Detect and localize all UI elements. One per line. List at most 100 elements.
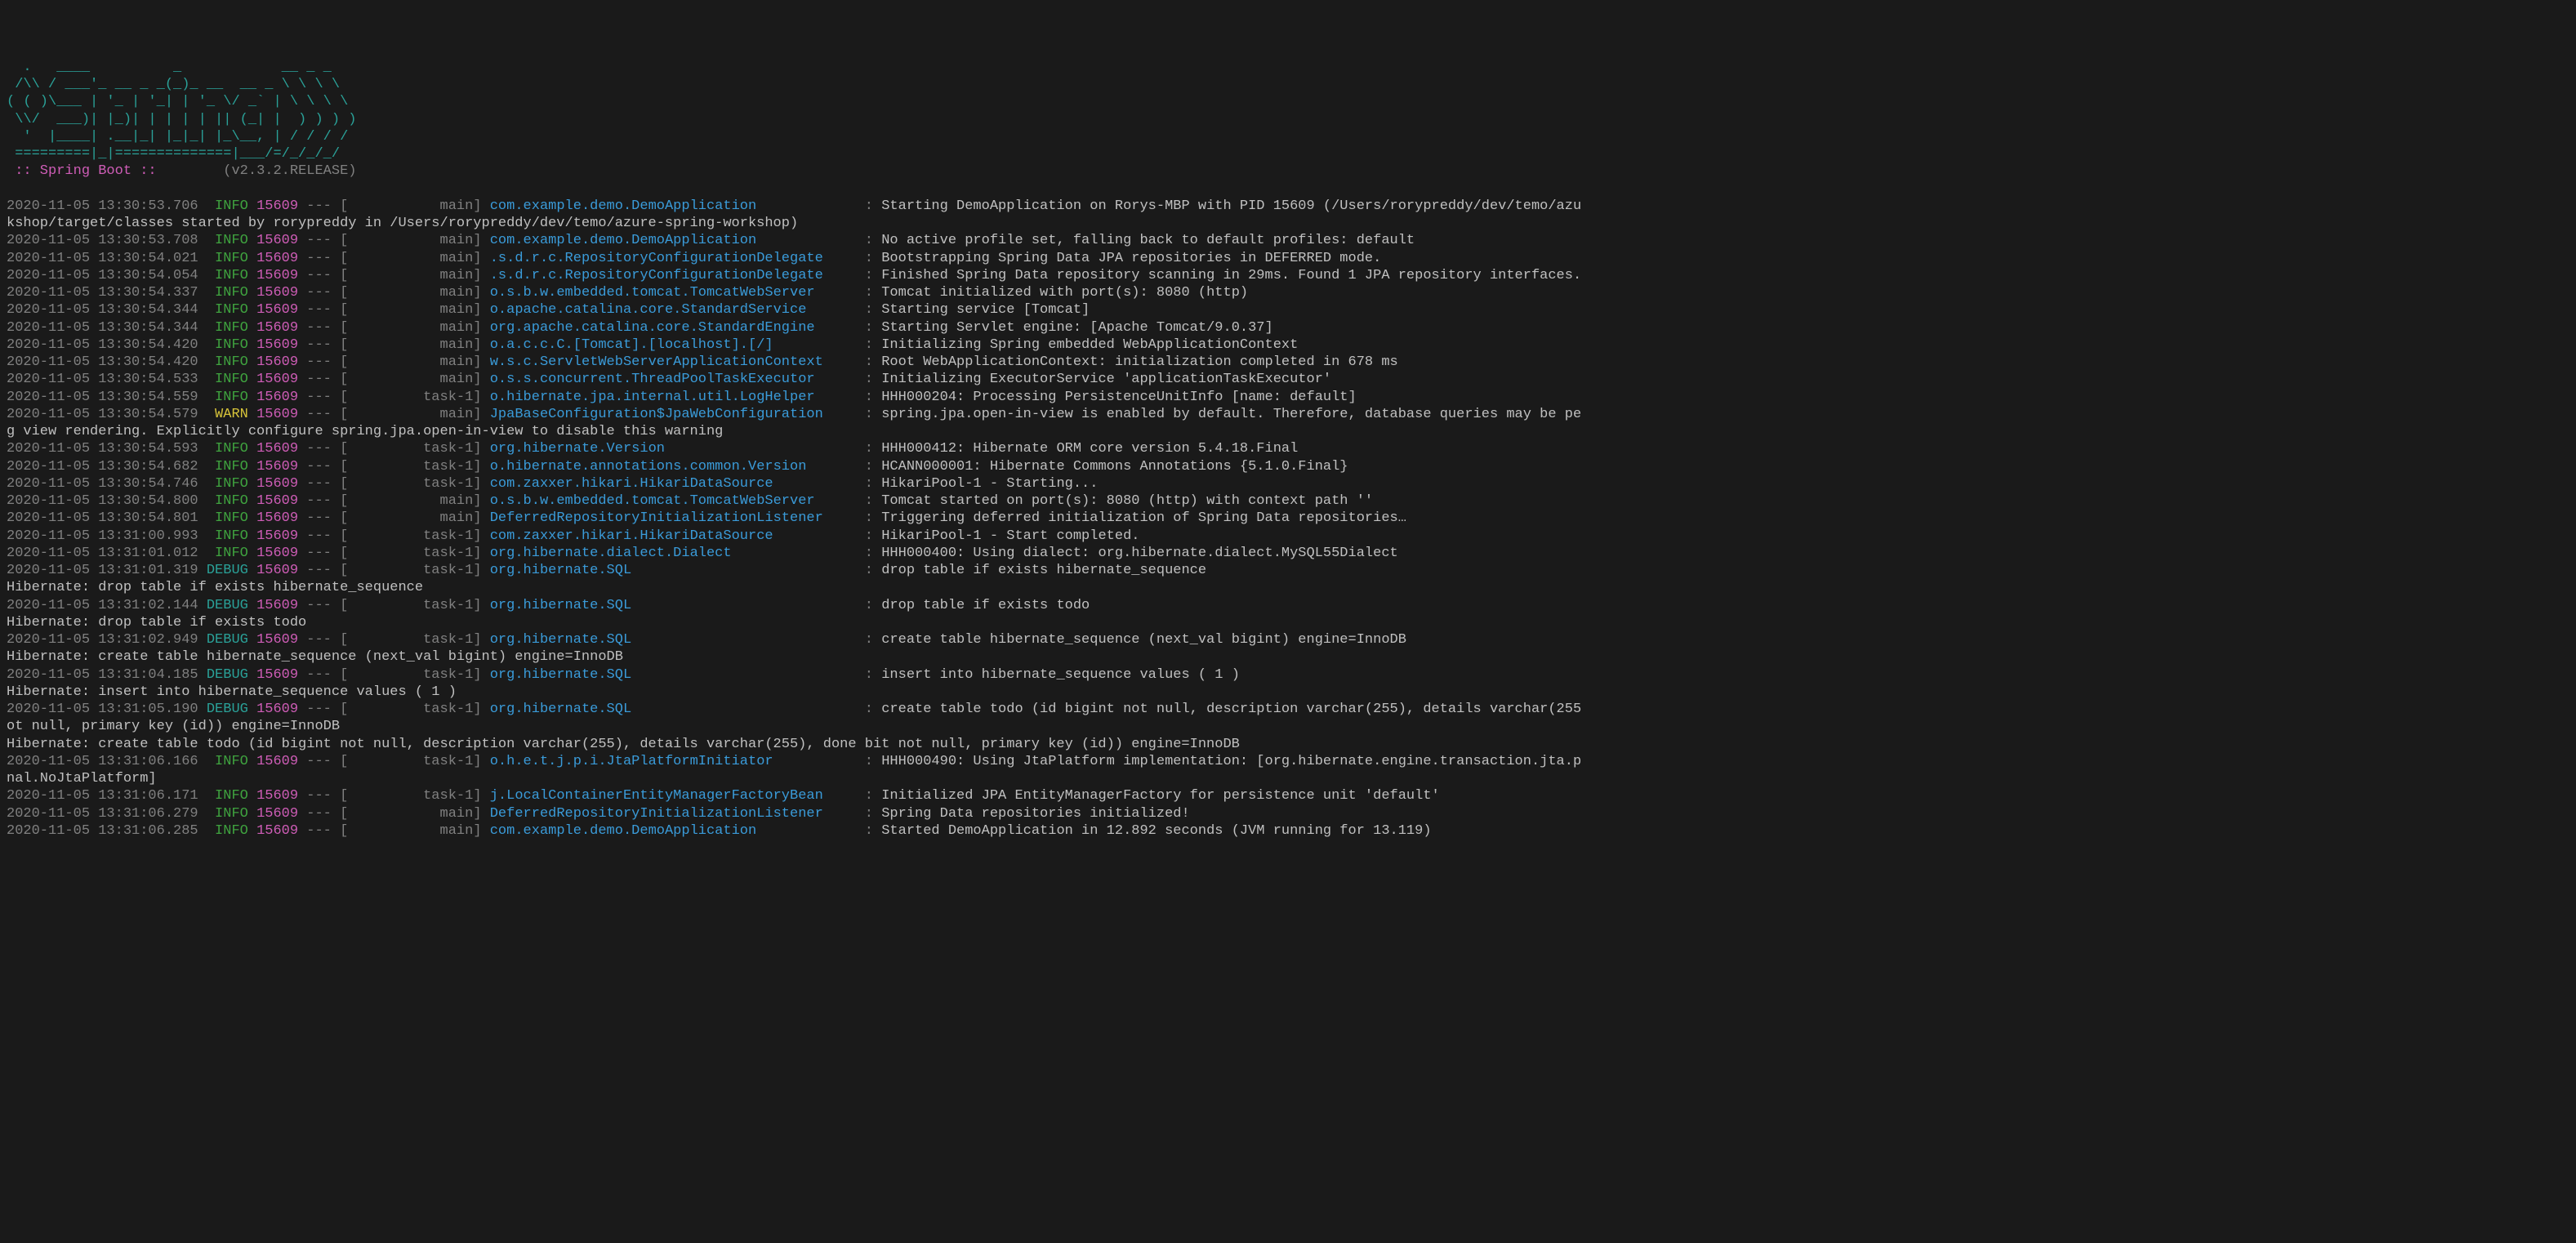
log-line: 2020-11-05 13:31:05.190 DEBUG 15609 --- … bbox=[7, 701, 2569, 718]
log-timestamp: 2020-11-05 13:31:06.166 bbox=[7, 754, 198, 769]
log-line: 2020-11-05 13:30:54.682 INFO 15609 --- [… bbox=[7, 458, 2569, 475]
log-pid: 15609 bbox=[256, 459, 298, 474]
log-line: 2020-11-05 13:30:53.708 INFO 15609 --- [… bbox=[7, 232, 2569, 249]
log-message: insert into hibernate_sequence values ( … bbox=[881, 667, 1240, 683]
log-colon: : bbox=[857, 563, 882, 578]
log-timestamp: 2020-11-05 13:30:54.579 bbox=[7, 407, 198, 422]
spring-banner-line: ( ( )\___ | '_ | '_| | '_ \/ _` | \ \ \ … bbox=[7, 93, 2569, 110]
log-colon: : bbox=[857, 702, 882, 717]
log-separator-dashes: --- bbox=[306, 563, 332, 578]
log-level: INFO bbox=[207, 546, 248, 561]
log-message: Initializing Spring embedded WebApplicat… bbox=[881, 337, 1298, 353]
log-continuation: Hibernate: drop table if exists todo bbox=[7, 614, 2569, 631]
log-thread: [ task-1] bbox=[340, 563, 481, 578]
log-thread: [ main] bbox=[340, 372, 481, 387]
log-separator-dashes: --- bbox=[306, 459, 332, 474]
log-thread: [ main] bbox=[340, 302, 481, 318]
log-pid: 15609 bbox=[256, 390, 298, 405]
log-timestamp: 2020-11-05 13:31:06.285 bbox=[7, 823, 198, 839]
log-line: 2020-11-05 13:30:54.420 INFO 15609 --- [… bbox=[7, 354, 2569, 371]
log-logger: o.s.b.w.embedded.tomcat.TomcatWebServer bbox=[490, 285, 857, 301]
terminal-output[interactable]: . ____ _ __ _ _ /\\ / ___'_ __ _ _(_)_ _… bbox=[7, 59, 2569, 840]
log-colon: : bbox=[857, 285, 882, 301]
log-thread: [ main] bbox=[340, 251, 481, 266]
log-pid: 15609 bbox=[256, 788, 298, 804]
log-message: HHH000490: Using JtaPlatform implementat… bbox=[881, 754, 1581, 769]
log-thread: [ main] bbox=[340, 337, 481, 353]
spring-boot-label: :: Spring Boot :: bbox=[7, 163, 157, 179]
log-message: Starting DemoApplication on Rorys-MBP wi… bbox=[881, 198, 1581, 214]
log-level: INFO bbox=[207, 285, 248, 301]
blank-line bbox=[7, 180, 2569, 198]
log-pid: 15609 bbox=[256, 233, 298, 248]
log-message: spring.jpa.open-in-view is enabled by de… bbox=[881, 407, 1581, 422]
log-thread: [ task-1] bbox=[340, 476, 481, 492]
log-pid: 15609 bbox=[256, 563, 298, 578]
log-colon: : bbox=[857, 251, 882, 266]
log-level: DEBUG bbox=[207, 667, 248, 683]
log-message: HCANN000001: Hibernate Commons Annotatio… bbox=[881, 459, 1348, 474]
log-colon: : bbox=[857, 476, 882, 492]
log-timestamp: 2020-11-05 13:31:02.144 bbox=[7, 598, 198, 613]
log-level: INFO bbox=[207, 372, 248, 387]
log-logger: JpaBaseConfiguration$JpaWebConfiguration bbox=[490, 407, 857, 422]
log-pid: 15609 bbox=[256, 476, 298, 492]
log-logger: w.s.c.ServletWebServerApplicationContext bbox=[490, 354, 857, 370]
log-level: INFO bbox=[207, 528, 248, 544]
log-logger: o.h.e.t.j.p.i.JtaPlatformInitiator bbox=[490, 754, 857, 769]
log-colon: : bbox=[857, 198, 882, 214]
log-logger: o.s.s.concurrent.ThreadPoolTaskExecutor bbox=[490, 372, 857, 387]
log-line: 2020-11-05 13:31:01.012 INFO 15609 --- [… bbox=[7, 545, 2569, 562]
log-colon: : bbox=[857, 302, 882, 318]
log-level: INFO bbox=[207, 354, 248, 370]
log-separator-dashes: --- bbox=[306, 667, 332, 683]
log-thread: [ main] bbox=[340, 198, 481, 214]
log-line: 2020-11-05 13:31:06.171 INFO 15609 --- [… bbox=[7, 787, 2569, 804]
log-pid: 15609 bbox=[256, 806, 298, 822]
log-pid: 15609 bbox=[256, 268, 298, 283]
log-level: INFO bbox=[207, 806, 248, 822]
log-level: INFO bbox=[207, 493, 248, 509]
log-pid: 15609 bbox=[256, 320, 298, 336]
log-thread: [ task-1] bbox=[340, 667, 481, 683]
log-colon: : bbox=[857, 320, 882, 336]
log-level: DEBUG bbox=[207, 563, 248, 578]
log-logger: org.hibernate.SQL bbox=[490, 563, 857, 578]
log-line: 2020-11-05 13:30:54.746 INFO 15609 --- [… bbox=[7, 475, 2569, 492]
log-level: INFO bbox=[207, 233, 248, 248]
log-timestamp: 2020-11-05 13:30:54.593 bbox=[7, 441, 198, 457]
log-pid: 15609 bbox=[256, 441, 298, 457]
log-line: 2020-11-05 13:30:54.054 INFO 15609 --- [… bbox=[7, 267, 2569, 284]
log-logger: org.hibernate.dialect.Dialect bbox=[490, 546, 857, 561]
log-timestamp: 2020-11-05 13:30:54.800 bbox=[7, 493, 198, 509]
log-line: 2020-11-05 13:31:04.185 DEBUG 15609 --- … bbox=[7, 666, 2569, 684]
log-pid: 15609 bbox=[256, 510, 298, 526]
log-colon: : bbox=[857, 407, 882, 422]
log-logger: org.apache.catalina.core.StandardEngine bbox=[490, 320, 857, 336]
log-line: 2020-11-05 13:31:01.319 DEBUG 15609 --- … bbox=[7, 562, 2569, 579]
log-colon: : bbox=[857, 354, 882, 370]
log-separator-dashes: --- bbox=[306, 320, 332, 336]
log-colon: : bbox=[857, 632, 882, 648]
log-timestamp: 2020-11-05 13:31:04.185 bbox=[7, 667, 198, 683]
spring-banner-line: /\\ / ___'_ __ _ _(_)_ __ __ _ \ \ \ \ bbox=[7, 76, 2569, 93]
log-message: HikariPool-1 - Starting... bbox=[881, 476, 1098, 492]
log-timestamp: 2020-11-05 13:30:54.337 bbox=[7, 285, 198, 301]
log-separator-dashes: --- bbox=[306, 407, 332, 422]
log-logger: .s.d.r.c.RepositoryConfigurationDelegate bbox=[490, 268, 857, 283]
log-colon: : bbox=[857, 372, 882, 387]
log-thread: [ task-1] bbox=[340, 528, 481, 544]
log-separator-dashes: --- bbox=[306, 510, 332, 526]
log-thread: [ task-1] bbox=[340, 390, 481, 405]
log-pid: 15609 bbox=[256, 823, 298, 839]
log-separator-dashes: --- bbox=[306, 268, 332, 283]
log-level: INFO bbox=[207, 510, 248, 526]
log-thread: [ task-1] bbox=[340, 441, 481, 457]
log-pid: 15609 bbox=[256, 528, 298, 544]
log-timestamp: 2020-11-05 13:30:54.021 bbox=[7, 251, 198, 266]
log-level: INFO bbox=[207, 302, 248, 318]
log-level: DEBUG bbox=[207, 702, 248, 717]
log-separator-dashes: --- bbox=[306, 441, 332, 457]
log-timestamp: 2020-11-05 13:31:06.279 bbox=[7, 806, 198, 822]
log-logger: org.hibernate.SQL bbox=[490, 598, 857, 613]
